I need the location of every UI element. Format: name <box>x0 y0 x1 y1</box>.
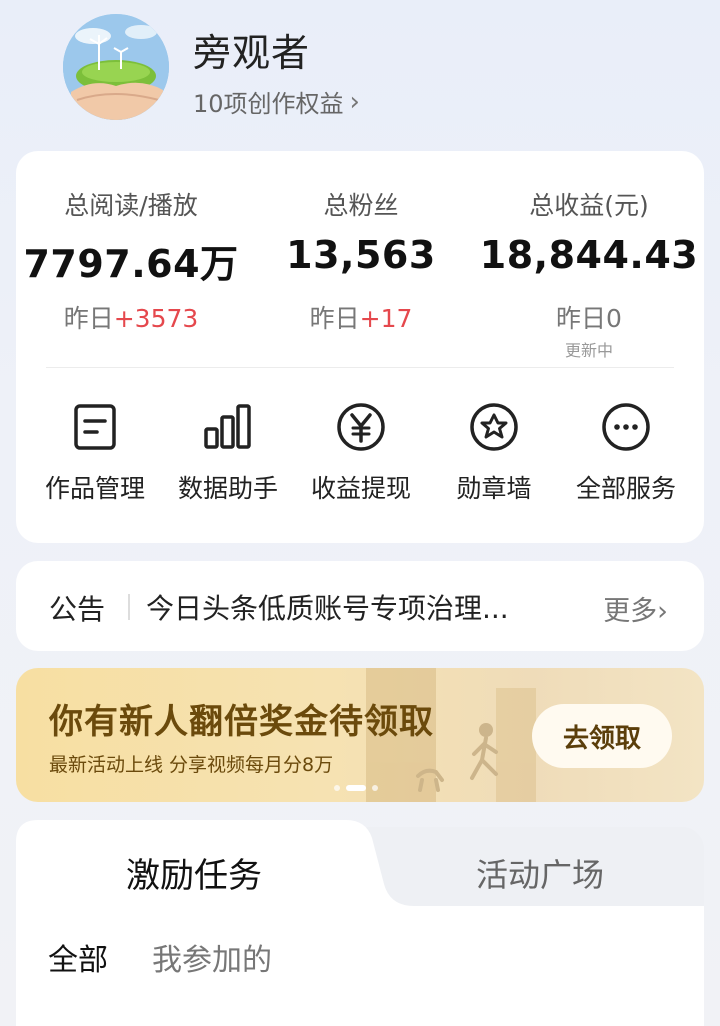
service-label: 收益提现 <box>310 474 411 503</box>
avatar[interactable] <box>63 14 169 120</box>
stat-value: 13,563 <box>286 233 436 277</box>
task-tabs-section: 激励任务 活动广场 全部 我参加的 <box>16 820 704 1026</box>
stat-value: 7797.64万 <box>23 242 239 286</box>
bar-chart-icon <box>204 404 251 449</box>
more-icon <box>602 403 650 451</box>
document-icon <box>74 404 116 450</box>
stats-card: 总阅读/播放 7797.64万 昨日+3573 总粉丝 13,563 昨日+17… <box>16 151 704 543</box>
updating-note: 更新中 <box>564 341 613 360</box>
yesterday-prefix: 昨日 <box>309 304 360 333</box>
stat-yesterday: 昨日+17 <box>246 299 476 335</box>
stat-yesterday: 昨日+3573 <box>16 299 246 335</box>
filter-all[interactable]: 全部 <box>48 935 108 979</box>
stat-label: 总收益(元) <box>529 191 649 220</box>
profile-header: 旁观者 10项创作权益 › <box>0 0 720 150</box>
stat-value: 18,844.43 <box>479 233 699 277</box>
more-link[interactable]: 更多› <box>603 589 668 628</box>
service-all-services[interactable]: 全部服务 <box>557 399 695 505</box>
yesterday-prefix: 昨日 <box>63 304 114 333</box>
chevron-right-icon: › <box>349 86 360 117</box>
service-income-withdraw[interactable]: 收益提现 <box>292 399 430 505</box>
carousel-indicator <box>334 785 378 791</box>
service-label: 勋章墙 <box>456 474 532 503</box>
carousel-dot <box>372 785 378 791</box>
carousel-dot-active <box>346 785 366 791</box>
stat-label: 总阅读/播放 <box>64 191 198 220</box>
stat-yesterday: 昨日0 <box>474 299 704 335</box>
announcement-tag: 公告 <box>49 593 106 626</box>
filter-joined[interactable]: 我参加的 <box>152 935 272 979</box>
service-label: 数据助手 <box>177 474 278 503</box>
tab-activity-square[interactable]: 活动广场 <box>476 850 604 896</box>
divider <box>128 594 130 620</box>
yesterday-prefix: 昨日0 <box>556 304 622 333</box>
service-label: 全部服务 <box>575 474 676 503</box>
medal-icon <box>470 403 518 451</box>
service-medal-wall[interactable]: 勋章墙 <box>425 399 563 505</box>
creator-rights-label: 10项创作权益 <box>193 90 344 118</box>
announcement-text[interactable]: 今日头条低质账号专项治理... <box>146 587 566 627</box>
username: 旁观者 <box>193 31 311 75</box>
service-works-management[interactable]: 作品管理 <box>26 399 164 505</box>
tab-incentive-tasks[interactable]: 激励任务 <box>126 848 262 897</box>
promo-banner[interactable]: 你有新人翻倍奖金待领取 最新活动上线 分享视频每月分8万 去领取 <box>16 668 704 802</box>
banner-subtitle: 最新活动上线 分享视频每月分8万 <box>49 754 334 776</box>
claim-button[interactable]: 去领取 <box>532 704 672 768</box>
creator-rights-link[interactable]: 10项创作权益 › <box>193 84 360 119</box>
carousel-dot <box>334 785 340 791</box>
service-label: 作品管理 <box>44 474 145 503</box>
announcement-bar[interactable]: 公告 今日头条低质账号专项治理... 更多› <box>16 561 704 651</box>
yesterday-delta: +17 <box>359 304 413 333</box>
banner-title: 你有新人翻倍奖金待领取 <box>49 702 434 742</box>
service-data-assistant[interactable]: 数据助手 <box>159 399 297 505</box>
yen-coin-icon <box>337 403 385 451</box>
yesterday-delta: +3573 <box>113 304 199 333</box>
divider <box>46 367 674 368</box>
avatar-image <box>63 14 169 120</box>
stat-label: 总粉丝 <box>323 191 399 220</box>
